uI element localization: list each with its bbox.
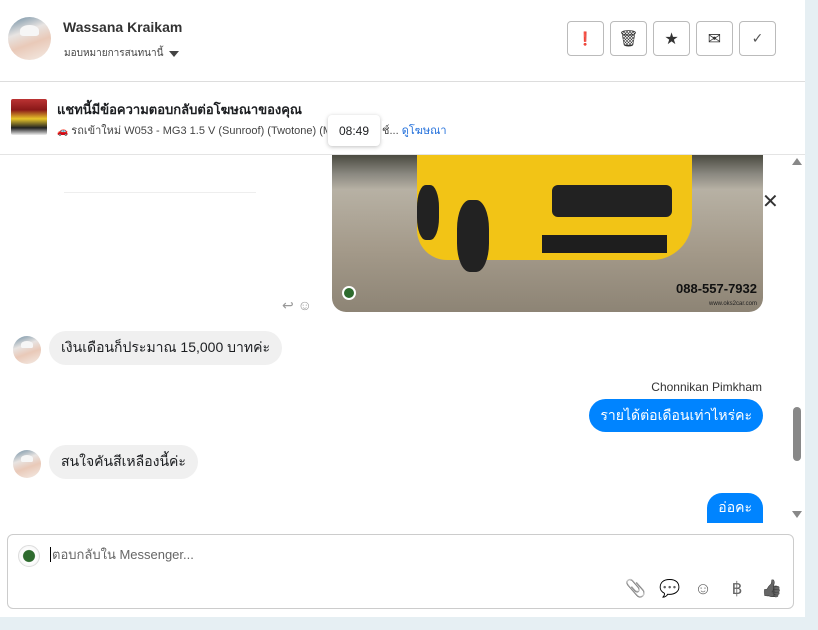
saved-reply-icon[interactable]: 💬	[659, 579, 680, 599]
close-banner-icon[interactable]: ✕	[762, 189, 779, 214]
wheel	[457, 200, 489, 272]
image-website: www.oks2car.com	[708, 301, 757, 307]
ad-banner-title: แชทนี้มีข้อความตอบกลับต่อโฆษณาของคุณ	[57, 102, 302, 117]
star-icon: ★	[664, 30, 679, 48]
reply-input[interactable]	[50, 547, 650, 562]
reply-react-icons[interactable]: ↩ ☺	[282, 297, 312, 314]
ad-thumbnail[interactable]	[11, 99, 47, 135]
spam-button[interactable]: ❗	[567, 21, 604, 56]
emoji-icon[interactable]: ☺	[693, 579, 713, 599]
page-avatar	[18, 545, 40, 567]
message-incoming: เงินเดือนก็ประมาณ 15,000 บาทค่ะ	[49, 331, 282, 365]
mark-unread-button[interactable]: ✉	[696, 21, 733, 56]
trash-icon: 🗑	[618, 30, 639, 48]
delete-button[interactable]: 🗑	[610, 21, 647, 56]
ad-title-tail: ช์...	[382, 125, 399, 137]
wheel	[417, 185, 439, 240]
star-button[interactable]: ★	[653, 21, 690, 56]
contact-avatar[interactable]	[8, 17, 51, 60]
ad-reply-banner: แชทนี้มีข้อความตอบกลับต่อโฆษณาของคุณ 🚗 ร…	[0, 83, 805, 213]
contact-avatar-small	[13, 450, 41, 478]
conversation-panel: Wassana Kraikam มอบหมายการสนทนานี้ ❗ 🗑 ★…	[0, 0, 805, 617]
car-image-attachment[interactable]: 088-557-7932 www.oks2car.com	[332, 155, 763, 312]
attachment-icon[interactable]: 📎	[625, 579, 646, 599]
exclamation-icon: ❗	[577, 30, 594, 46]
assign-label: มอบหมายการสนทนานี้	[64, 48, 164, 59]
like-icon[interactable]: 👍	[761, 579, 782, 599]
sender-name: Chonnikan Pimkham	[651, 380, 762, 394]
contact-name[interactable]: Wassana Kraikam	[63, 19, 182, 35]
envelope-icon: ✉	[707, 30, 722, 48]
image-phone: 088-557-7932	[676, 281, 757, 296]
scroll-up-icon[interactable]	[792, 158, 802, 165]
payment-icon[interactable]: ฿	[727, 579, 747, 599]
car-grille	[552, 185, 672, 217]
done-button[interactable]: ✓	[739, 21, 776, 56]
view-ad-link[interactable]: ดูโฆษณา	[402, 125, 447, 137]
dealer-logo	[342, 286, 356, 300]
reply-composer: 📎 💬 ☺ ฿ 👍	[7, 534, 794, 609]
timestamp-tooltip: 08:49	[328, 115, 380, 146]
reply-icon[interactable]: ↩	[282, 297, 294, 313]
ad-subtitle-tail: ช์... ดูโฆษณา	[382, 121, 447, 139]
message-incoming: สนใจคันสีเหลืองนี้ค่ะ	[49, 445, 198, 479]
scroll-down-icon[interactable]	[792, 511, 802, 518]
car-icon: 🚗	[57, 126, 69, 136]
ad-title-text: รถเข้าใหม่ W053 - MG3 1.5 V (Sunroof) (T…	[71, 125, 327, 137]
contact-avatar-small	[13, 336, 41, 364]
ad-subtitle: 🚗 รถเข้าใหม่ W053 - MG3 1.5 V (Sunroof) …	[57, 121, 327, 139]
message-outgoing: อ่อคะ	[707, 493, 763, 523]
car-lower-grille	[542, 235, 667, 253]
divider	[64, 192, 256, 193]
emoji-react-icon[interactable]: ☺	[298, 297, 312, 313]
messages-scrollbar[interactable]	[791, 155, 803, 523]
message-outgoing: รายได้ต่อเดือนเท่าไหร่คะ	[589, 399, 763, 432]
conversation-header: Wassana Kraikam มอบหมายการสนทนานี้ ❗ 🗑 ★…	[0, 0, 805, 82]
caret-down-icon	[169, 50, 180, 57]
check-icon: ✓	[751, 30, 764, 46]
assign-dropdown[interactable]: มอบหมายการสนทนานี้	[64, 46, 180, 61]
scrollbar-thumb[interactable]	[793, 407, 801, 461]
